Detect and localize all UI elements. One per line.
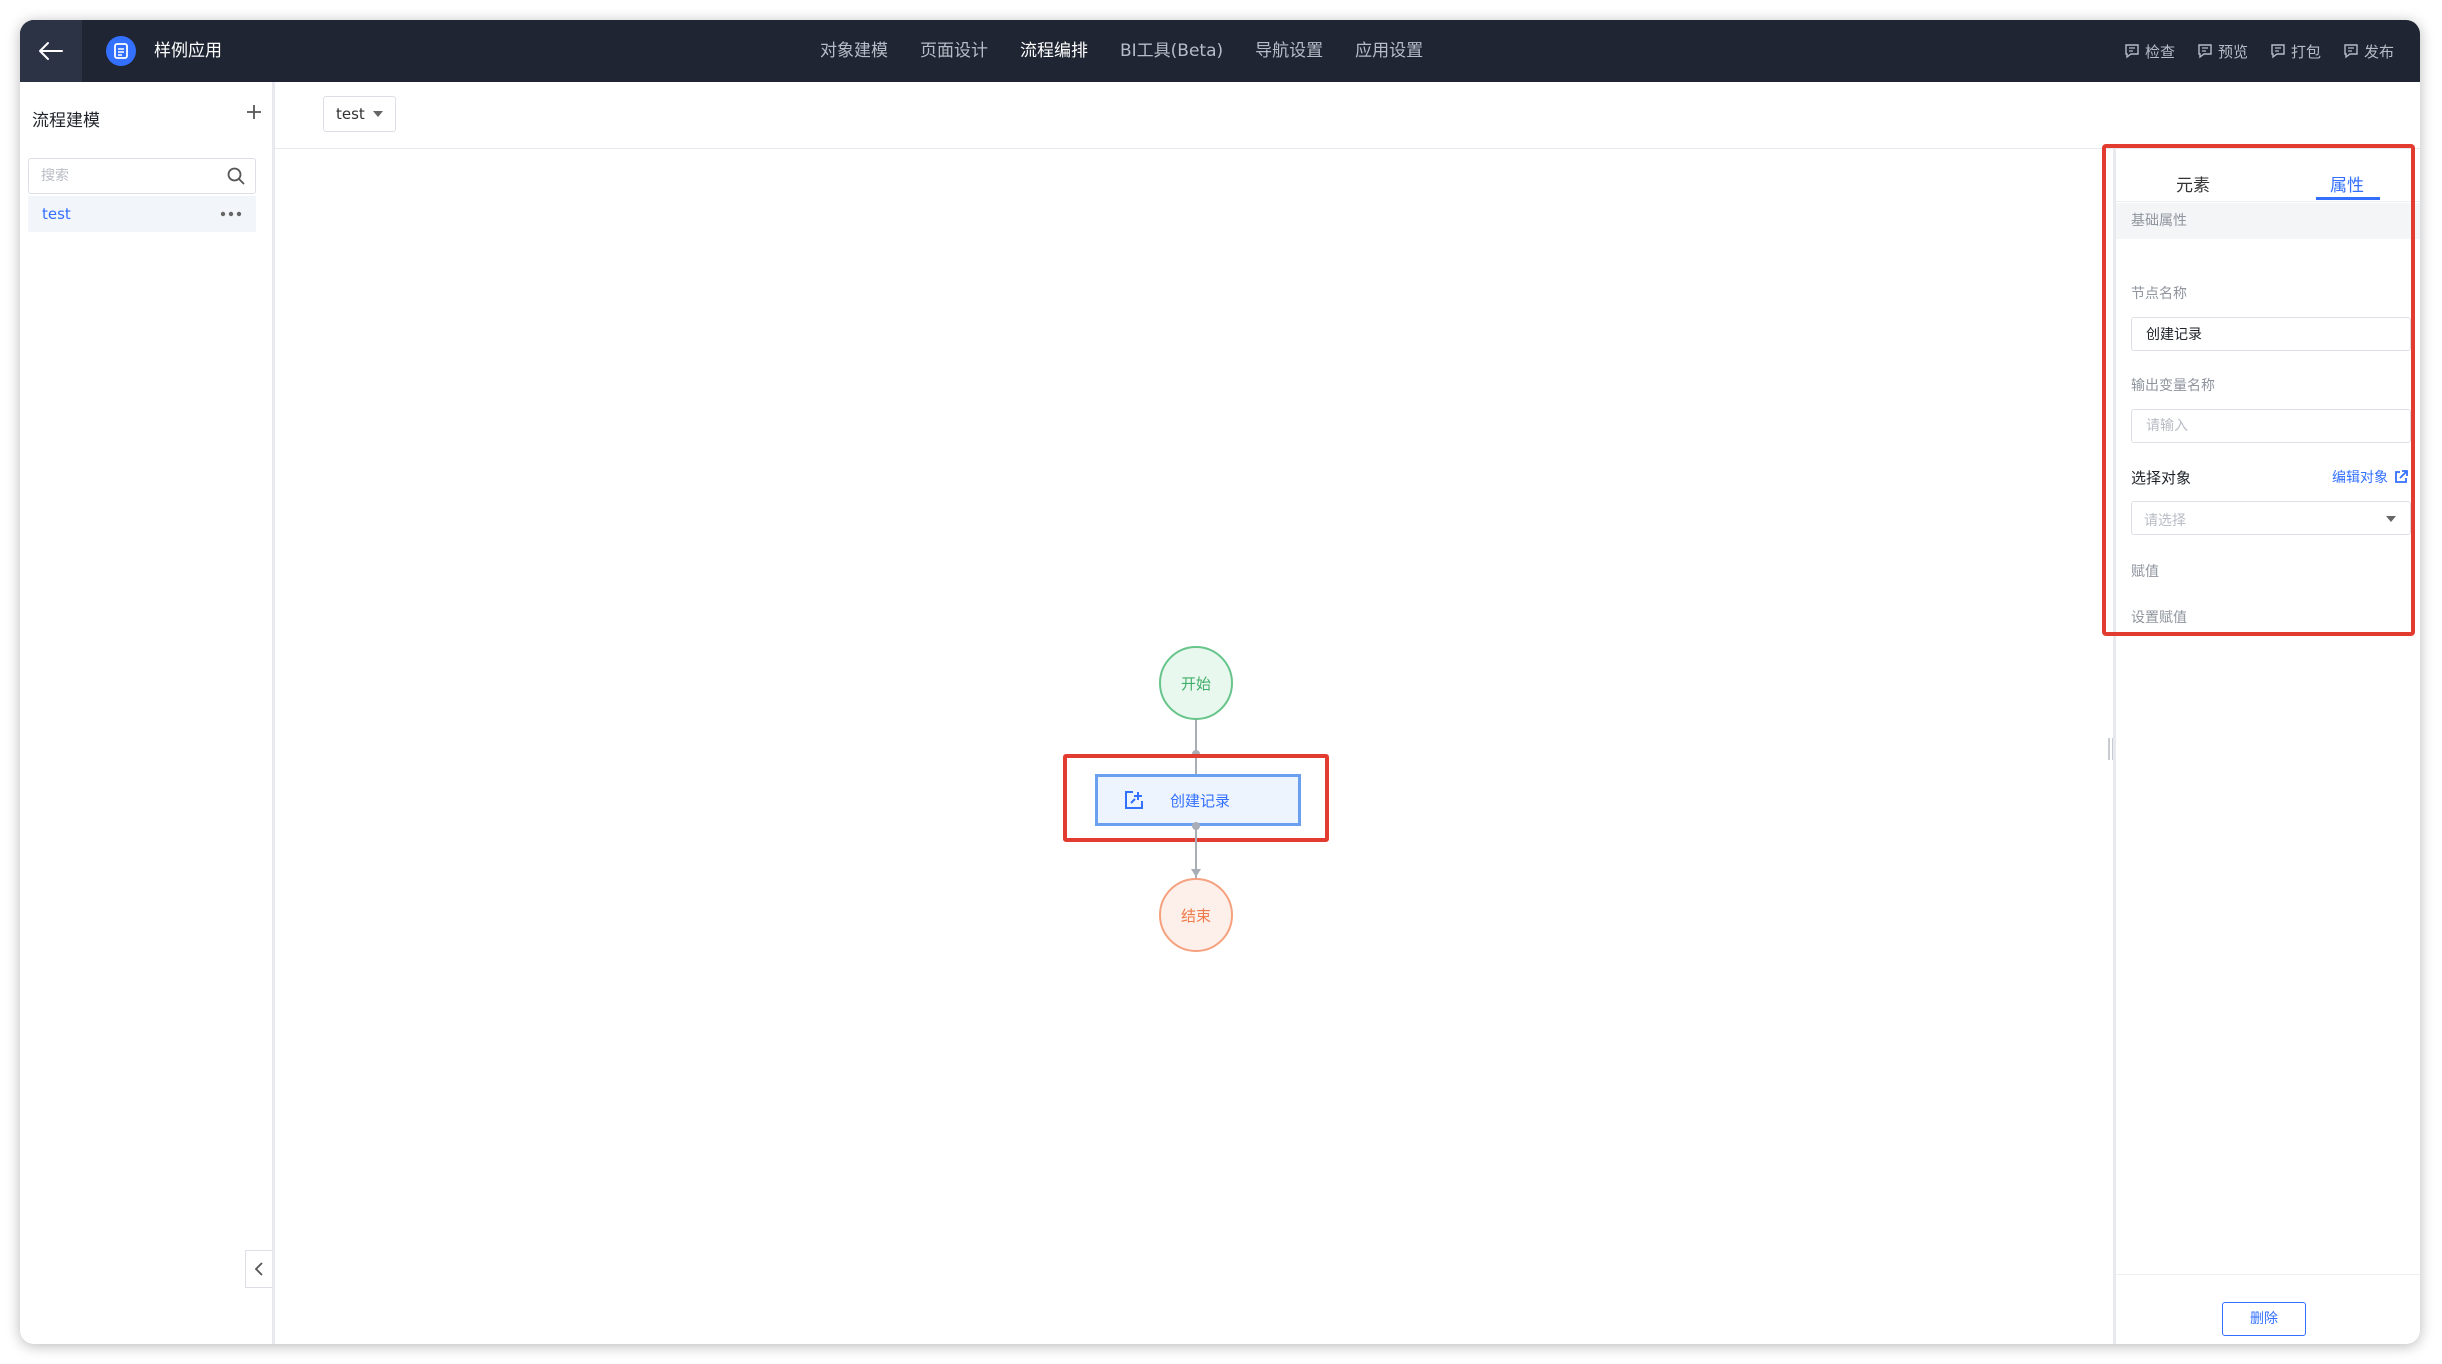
- check-doc-icon: [2125, 44, 2139, 59]
- package-label: 打包: [2290, 42, 2321, 61]
- external-link-icon: [2395, 470, 2408, 483]
- app-logo-icon: [106, 36, 136, 66]
- flow-search: [28, 158, 256, 194]
- node-name-label: 节点名称: [2131, 286, 2187, 302]
- nav-bi-tools[interactable]: BI工具(Beta): [1104, 20, 1239, 82]
- flow-selector-value: test: [336, 105, 365, 123]
- sidebar-title: 流程建模: [32, 111, 100, 131]
- edit-object-label: 编辑对象: [2332, 470, 2388, 486]
- arrow-down-icon: [1191, 869, 1201, 877]
- app-window: 样例应用 对象建模 页面设计 流程编排 BI工具(Beta) 导航设置 应用设置…: [20, 20, 2420, 1344]
- back-button[interactable]: [20, 20, 82, 82]
- flow-canvas[interactable]: 开始 创建记录 结束: [275, 149, 2113, 1344]
- start-node[interactable]: 开始: [1159, 646, 1233, 720]
- nav-app-settings[interactable]: 应用设置: [1339, 20, 1439, 82]
- canvas-toolbar: test: [275, 82, 2420, 149]
- publish-button[interactable]: 发布: [2343, 20, 2394, 82]
- preview-doc-icon: [2198, 44, 2212, 59]
- panel-footer-divider: [2116, 1274, 2420, 1275]
- output-var-field: [2131, 409, 2411, 443]
- properties-panel: 元素 属性 基础属性 节点名称 输出变量名称 选择对象 编辑对象 请选择: [2113, 149, 2420, 1344]
- main-nav: 对象建模 页面设计 流程编排 BI工具(Beta) 导航设置 应用设置: [804, 20, 1439, 82]
- assign-label: 赋值: [2131, 564, 2159, 580]
- tab-elements[interactable]: 元素: [2176, 171, 2210, 196]
- select-object-label: 选择对象: [2131, 469, 2192, 487]
- tab-properties[interactable]: 属性: [2330, 171, 2364, 196]
- collapse-sidebar-button[interactable]: [245, 1250, 272, 1288]
- flow-selector[interactable]: test: [323, 96, 396, 132]
- section-basic-properties: 基础属性: [2116, 203, 2420, 239]
- flow-list-item[interactable]: test: [28, 196, 256, 232]
- caret-down-icon: [2386, 516, 2396, 522]
- object-select[interactable]: 请选择: [2131, 501, 2411, 535]
- set-assign-link[interactable]: 设置赋值: [2131, 607, 2187, 627]
- node-name-input[interactable]: [2144, 318, 2388, 350]
- top-bar: 样例应用 对象建模 页面设计 流程编排 BI工具(Beta) 导航设置 应用设置…: [20, 20, 2420, 82]
- edge-port: [1192, 822, 1200, 830]
- edit-object-link[interactable]: 编辑对象: [2332, 467, 2408, 487]
- top-actions: 检查 预览 打包 发布: [2102, 20, 2394, 82]
- node-name-field: [2131, 317, 2411, 351]
- check-button[interactable]: 检查: [2124, 20, 2175, 82]
- panel-tabs: 元素 属性: [2116, 149, 2420, 202]
- flow-sidebar: 流程建模 test: [20, 82, 275, 1344]
- app-name: 样例应用: [154, 41, 222, 61]
- check-label: 检查: [2144, 42, 2175, 61]
- package-doc-icon: [2271, 44, 2285, 59]
- preview-label: 预览: [2217, 42, 2248, 61]
- caret-down-icon: [372, 111, 383, 117]
- nav-object-modeling[interactable]: 对象建模: [804, 20, 904, 82]
- nav-flow-orchestration[interactable]: 流程编排: [1004, 20, 1104, 82]
- end-node[interactable]: 结束: [1159, 878, 1233, 952]
- nav-page-design[interactable]: 页面设计: [904, 20, 1004, 82]
- package-button[interactable]: 打包: [2270, 20, 2321, 82]
- chevron-left-icon: [254, 1262, 263, 1276]
- publish-label: 发布: [2363, 42, 2394, 61]
- plus-icon: [247, 105, 261, 119]
- add-flow-button[interactable]: [242, 100, 266, 124]
- output-var-label: 输出变量名称: [2131, 378, 2215, 394]
- publish-doc-icon: [2344, 44, 2358, 59]
- object-select-placeholder: 请选择: [2144, 513, 2186, 529]
- create-record-node[interactable]: 创建记录: [1095, 774, 1301, 826]
- search-input[interactable]: [39, 159, 223, 193]
- more-icon[interactable]: [220, 211, 242, 217]
- tab-active-indicator: [2316, 197, 2380, 200]
- create-record-icon: [1125, 791, 1143, 809]
- arrow-left-icon: [39, 42, 63, 60]
- preview-button[interactable]: 预览: [2197, 20, 2248, 82]
- search-icon[interactable]: [227, 167, 245, 185]
- create-record-node-label: 创建记录: [1170, 791, 1231, 810]
- output-var-input[interactable]: [2144, 410, 2388, 442]
- nav-navigation-settings[interactable]: 导航设置: [1239, 20, 1339, 82]
- delete-button[interactable]: 删除: [2222, 1302, 2306, 1336]
- flow-list-item-label: test: [42, 205, 71, 223]
